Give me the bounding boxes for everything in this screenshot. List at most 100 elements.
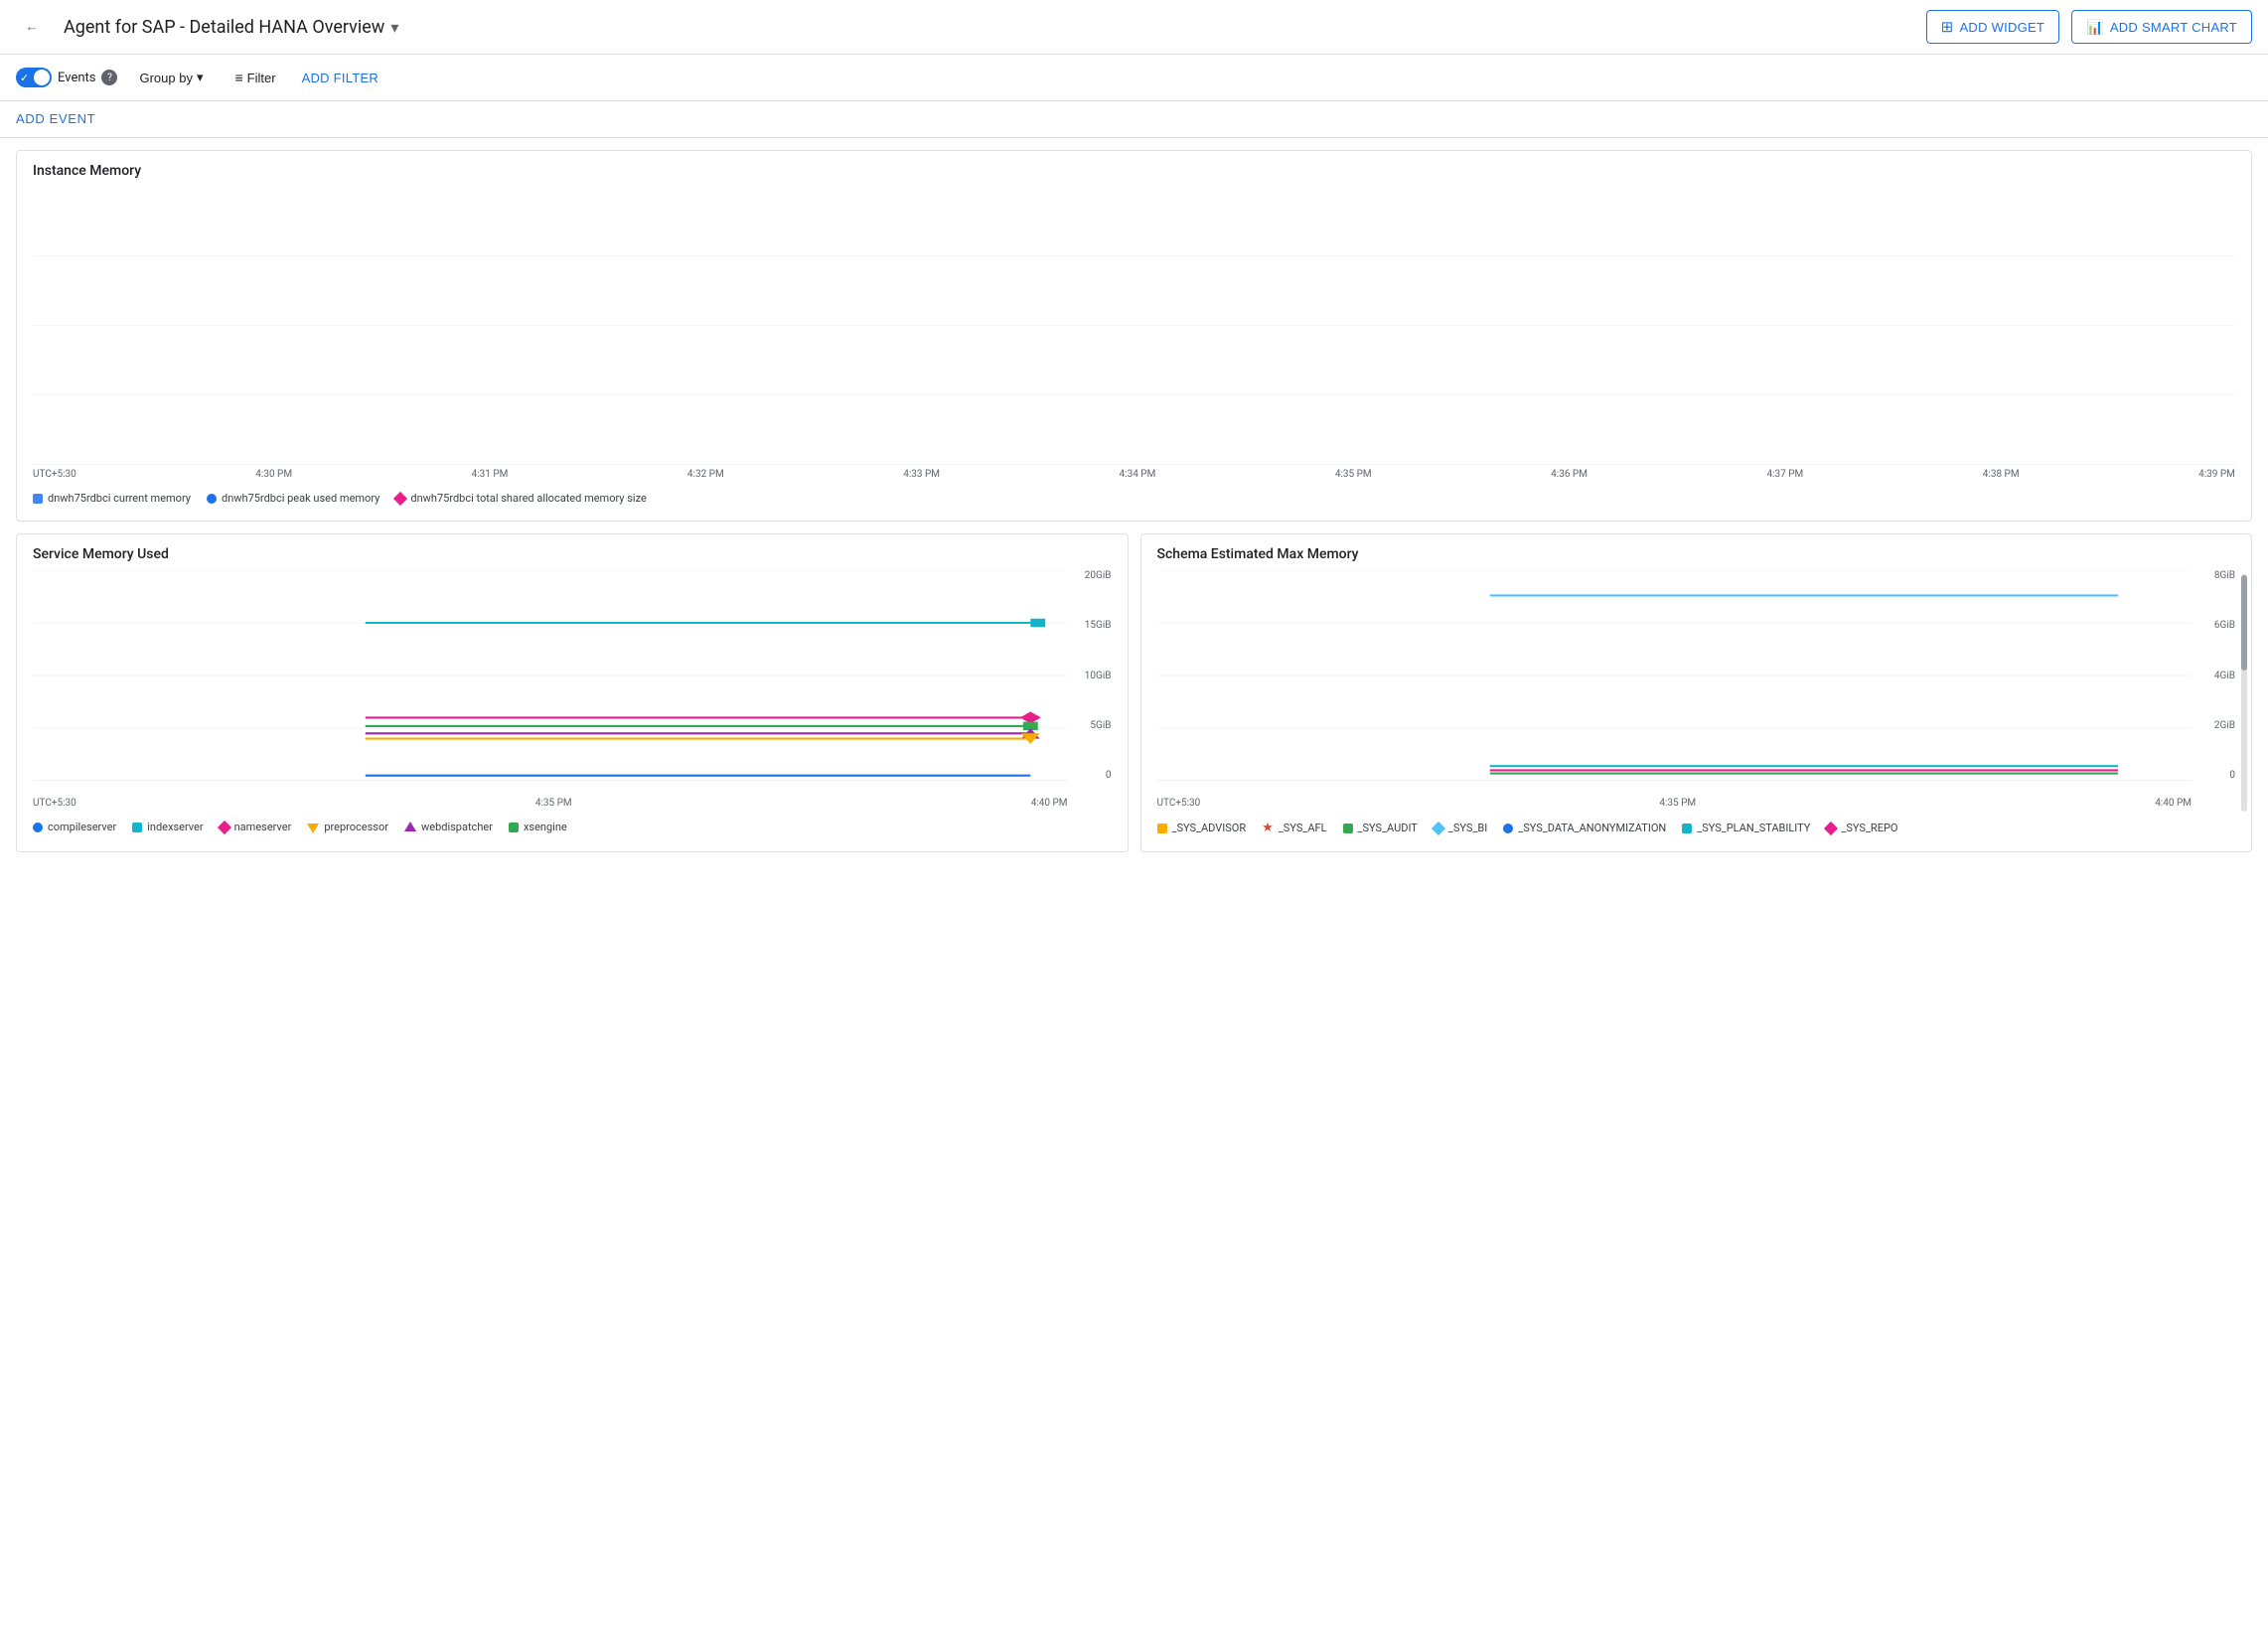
- legend-webdispatcher-icon: [404, 822, 416, 833]
- legend-compileserver-icon: [33, 823, 43, 832]
- time-label-10: 4:39 PM: [2198, 469, 2235, 480]
- legend-sys-plan-stability-icon: [1682, 824, 1692, 833]
- schema-scrollbar[interactable]: [2241, 574, 2247, 812]
- back-button[interactable]: ←: [16, 11, 48, 43]
- service-memory-y-axis: 20GiB 15GiB 10GiB 5GiB 0: [1074, 570, 1112, 781]
- legend-sys-advisor: _SYS_ADVISOR: [1157, 821, 1247, 835]
- add-widget-icon: ⊞: [1941, 18, 1954, 36]
- add-smart-chart-button[interactable]: 📊 ADD SMART CHART: [2071, 10, 2252, 44]
- schema-y-label-2gib: 2GiB: [2214, 720, 2235, 731]
- legend-sys-data-anon: _SYS_DATA_ANONYMIZATION: [1503, 821, 1666, 835]
- service-memory-card: Service Memory Used 20GiB 15GiB 10GiB 5G…: [16, 533, 1129, 852]
- y-label-0: 0: [1106, 770, 1112, 781]
- legend-preprocessor: preprocessor: [307, 821, 388, 833]
- schema-memory-chart-area: 8GiB 6GiB 4GiB 2GiB 0: [1157, 570, 2236, 809]
- schema-y-label-8gib: 8GiB: [2214, 570, 2235, 581]
- add-event-label: ADD EVENT: [16, 111, 95, 126]
- schema-y-label-4gib: 4GiB: [2214, 671, 2235, 681]
- legend-indexserver-label: indexserver: [147, 821, 203, 833]
- page-title: Agent for SAP - Detailed HANA Overview ▾: [64, 17, 1910, 38]
- legend-sys-data-anon-label: _SYS_DATA_ANONYMIZATION: [1518, 822, 1666, 834]
- events-toggle[interactable]: ✓: [16, 68, 52, 87]
- legend-xsengine: xsengine: [509, 821, 567, 833]
- legend-compileserver: compileserver: [33, 821, 116, 833]
- events-info-icon[interactable]: ?: [101, 70, 117, 85]
- schema-memory-legend: _SYS_ADVISOR ★ _SYS_AFL _SYS_AUDIT _SYS_…: [1157, 813, 2236, 839]
- legend-item-current: dnwh75rdbci current memory: [33, 492, 191, 505]
- legend-nameserver: nameserver: [220, 821, 292, 833]
- schema-y-label-6gib: 6GiB: [2214, 620, 2235, 631]
- schema-memory-title: Schema Estimated Max Memory: [1157, 546, 2236, 562]
- legend-webdispatcher-label: webdispatcher: [421, 821, 493, 833]
- add-widget-label: ADD WIDGET: [1959, 20, 2044, 35]
- instance-memory-legend: dnwh75rdbci current memory dnwh75rdbci p…: [33, 484, 2235, 509]
- group-by-chevron-icon: ▾: [197, 70, 204, 85]
- schema-time-0: UTC+5:30: [1157, 798, 1201, 809]
- legend-nameserver-label: nameserver: [234, 821, 292, 833]
- title-text: Agent for SAP - Detailed HANA Overview: [64, 17, 384, 38]
- toolbar: ✓ Events ? Group by ▾ ≡ Filter ADD FILTE…: [0, 55, 2268, 101]
- time-label-6: 4:35 PM: [1335, 469, 1372, 480]
- events-toggle-container: ✓ Events ?: [16, 68, 117, 87]
- service-memory-chart-area: 20GiB 15GiB 10GiB 5GiB 0: [33, 570, 1112, 809]
- y-label-5gib: 5GiB: [1090, 720, 1111, 731]
- schema-memory-time-axis: UTC+5:30 4:35 PM 4:40 PM: [1157, 798, 2192, 809]
- time-label-9: 4:38 PM: [1983, 469, 2020, 480]
- y-label-20gib: 20GiB: [1085, 570, 1112, 581]
- schema-memory-inner: [1157, 570, 2192, 781]
- group-by-button[interactable]: Group by ▾: [129, 65, 213, 90]
- legend-sys-advisor-icon: [1157, 824, 1167, 833]
- legend-sys-advisor-label: _SYS_ADVISOR: [1172, 822, 1247, 834]
- legend-nameserver-icon: [218, 820, 231, 833]
- schema-memory-y-axis: 8GiB 6GiB 4GiB 2GiB 0: [2197, 570, 2235, 781]
- filter-button[interactable]: ≡ Filter: [226, 65, 286, 90]
- legend-sys-bi-label: _SYS_BI: [1448, 822, 1487, 834]
- legend-preprocessor-label: preprocessor: [324, 821, 388, 833]
- add-smart-chart-label: ADD SMART CHART: [2110, 20, 2237, 35]
- add-event-row: ADD EVENT: [0, 101, 2268, 138]
- svc-time-2: 4:40 PM: [1031, 798, 1068, 809]
- add-smart-chart-icon: 📊: [2086, 19, 2104, 36]
- back-arrow-icon: ←: [26, 19, 39, 35]
- schema-y-label-0: 0: [2229, 770, 2235, 781]
- add-filter-label: ADD FILTER: [302, 71, 378, 85]
- chart-row-bottom: Service Memory Used 20GiB 15GiB 10GiB 5G…: [16, 533, 2252, 852]
- legend-xsengine-label: xsengine: [524, 821, 567, 833]
- service-memory-title: Service Memory Used: [33, 546, 1112, 562]
- service-memory-legend: compileserver indexserver nameserver pre…: [33, 813, 1112, 837]
- header-actions: ⊞ ADD WIDGET 📊 ADD SMART CHART: [1926, 10, 2252, 44]
- add-filter-button[interactable]: ADD FILTER: [298, 66, 382, 90]
- time-label-4: 4:33 PM: [903, 469, 940, 480]
- schema-scrollbar-thumb: [2241, 575, 2247, 671]
- legend-current-label: dnwh75rdbci current memory: [48, 492, 191, 505]
- legend-item-shared: dnwh75rdbci total shared allocated memor…: [395, 492, 646, 505]
- legend-sys-plan-stability-label: _SYS_PLAN_STABILITY: [1697, 822, 1810, 834]
- events-label: Events: [58, 71, 95, 85]
- legend-sys-repo: _SYS_REPO: [1826, 821, 1897, 835]
- legend-webdispatcher: webdispatcher: [404, 821, 493, 833]
- legend-sys-afl-icon: ★: [1262, 821, 1274, 835]
- service-memory-time-axis: UTC+5:30 4:35 PM 4:40 PM: [33, 798, 1068, 809]
- legend-sys-afl-label: _SYS_AFL: [1279, 822, 1327, 834]
- instance-memory-title: Instance Memory: [33, 163, 2235, 179]
- legend-peak-label: dnwh75rdbci peak used memory: [222, 492, 379, 505]
- legend-sys-plan-stability: _SYS_PLAN_STABILITY: [1682, 821, 1810, 835]
- schema-memory-card: Schema Estimated Max Memory 8GiB 6GiB 4G…: [1140, 533, 2253, 852]
- legend-peak-icon: [207, 494, 217, 504]
- charts-container: Instance Memory UTC+5:30 4:30 PM 4:31 PM…: [0, 138, 2268, 864]
- legend-xsengine-icon: [509, 823, 519, 832]
- instance-memory-card: Instance Memory UTC+5:30 4:30 PM 4:31 PM…: [16, 150, 2252, 522]
- legend-preprocessor-icon: [307, 822, 319, 833]
- service-memory-inner: [33, 570, 1068, 781]
- time-label-1: 4:30 PM: [255, 469, 292, 480]
- title-dropdown-icon[interactable]: ▾: [390, 18, 398, 37]
- legend-compileserver-label: compileserver: [48, 821, 116, 833]
- schema-time-2: 4:40 PM: [2155, 798, 2192, 809]
- filter-label: Filter: [247, 71, 276, 85]
- time-label-2: 4:31 PM: [472, 469, 509, 480]
- time-label-5: 4:34 PM: [1120, 469, 1156, 480]
- y-label-15gib: 15GiB: [1085, 620, 1112, 631]
- add-event-button[interactable]: ADD EVENT: [16, 111, 95, 126]
- add-widget-button[interactable]: ⊞ ADD WIDGET: [1926, 10, 2060, 44]
- y-label-10gib: 10GiB: [1085, 671, 1112, 681]
